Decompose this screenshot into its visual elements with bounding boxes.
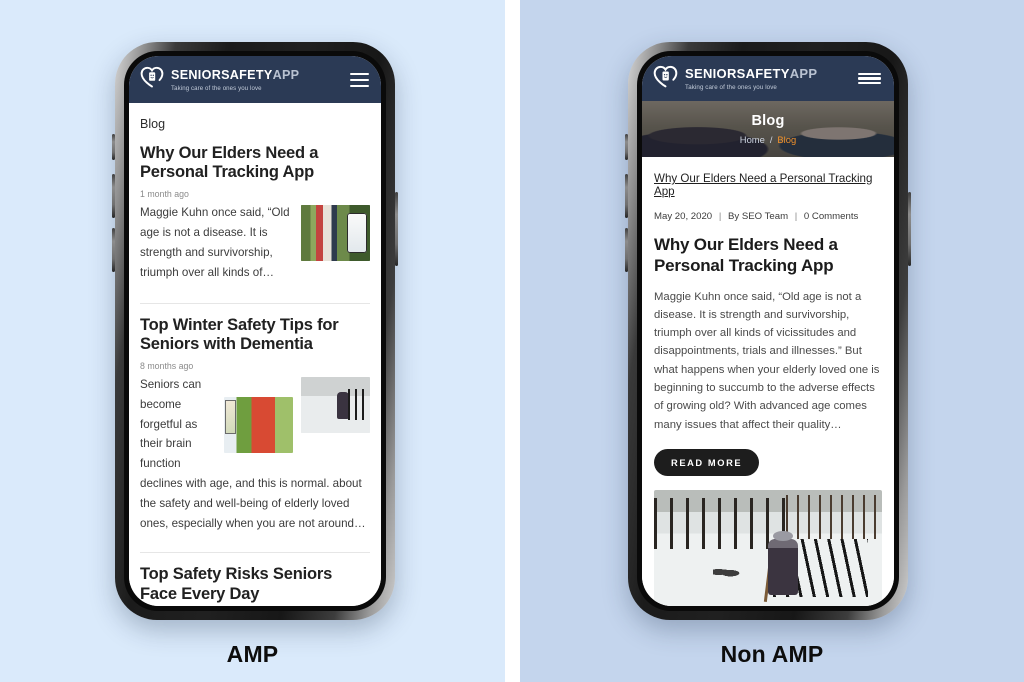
hero-overlay-scrim	[642, 101, 894, 157]
amp-article-title[interactable]: Top Safety Risks Seniors Face Every Day	[140, 565, 370, 604]
amp-article-title[interactable]: Why Our Elders Need a Personal Tracking …	[140, 144, 370, 183]
breadcrumb-current: Blog	[777, 134, 797, 145]
comparison-stage: SENIORSAFETYAPP Taking care of the ones …	[0, 0, 1024, 682]
amp-article-excerpt-block: Seniors can become forgetful as their br…	[140, 375, 370, 535]
read-more-button[interactable]: READ MORE	[654, 448, 760, 476]
amp-brand-tagline: Taking care of the ones you love	[171, 84, 262, 92]
nonamp-brand-name-suffix: APP	[789, 66, 818, 82]
post-author: By SEO Team	[727, 211, 789, 222]
amp-page-kicker: Blog	[140, 117, 166, 131]
post-comment-count: 0 Comments	[803, 211, 859, 222]
amp-brand-name-suffix: APP	[272, 68, 300, 83]
amp-article-date: 1 month ago	[140, 188, 189, 199]
amp-panel-caption: AMP	[226, 641, 279, 667]
nonamp-brand-logo[interactable]: SENIORSAFETYAPP Taking care of the ones …	[653, 65, 817, 93]
amp-panel: SENIORSAFETYAPP Taking care of the ones …	[0, 0, 505, 682]
nonamp-site-header: SENIORSAFETYAPP Taking care of the ones …	[642, 56, 894, 101]
nonamp-phone-bezel: SENIORSAFETYAPP Taking care of the ones …	[637, 51, 899, 611]
phone-mute-switch[interactable]	[112, 134, 115, 160]
nonamp-panel-caption: Non AMP	[720, 641, 824, 667]
amp-article-thumbnail[interactable]	[301, 376, 370, 433]
amp-article-excerpt: Maggie Kuhn once said, “Old age is not a…	[140, 205, 290, 279]
amp-site-header: SENIORSAFETYAPP Taking care of the ones …	[129, 56, 381, 103]
nonamp-content: Why Our Elders Need a Personal Tracking …	[642, 157, 894, 606]
heart-phone-logo-icon	[653, 65, 678, 93]
amp-phone-mockup: SENIORSAFETYAPP Taking care of the ones …	[112, 42, 398, 620]
amp-article-item[interactable]: Top Winter Safety Tips for Seniors with …	[140, 316, 370, 540]
amp-article-item[interactable]: Top Safety Risks Seniors Face Every Day	[140, 565, 370, 606]
amp-content: Blog Why Our Elders Need a Personal Trac…	[129, 103, 381, 606]
heart-phone-logo-icon	[140, 66, 164, 93]
phone-power-button[interactable]	[395, 192, 398, 266]
nonamp-hamburger-icon[interactable]	[858, 72, 881, 85]
phone-mute-switch[interactable]	[625, 134, 628, 160]
post-title[interactable]: Why Our Elders Need a Personal Tracking …	[654, 234, 882, 277]
phone-volume-down-button[interactable]	[625, 228, 628, 272]
panel-divider	[505, 0, 520, 682]
amp-brand-text: SENIORSAFETYAPP Taking care of the ones …	[171, 67, 299, 92]
hero-page-title: Blog	[751, 113, 785, 129]
nonamp-hero-banner: Blog Home / Blog	[642, 101, 894, 157]
breadcrumb-home-link[interactable]: Home	[740, 134, 765, 145]
phone-volume-up-button[interactable]	[112, 174, 115, 218]
nonamp-brand-tagline: Taking care of the ones you love	[685, 83, 777, 91]
post-meta: May 20, 2020 | By SEO Team | 0 Comments	[654, 198, 882, 234]
amp-article-date: 8 months ago	[140, 360, 194, 371]
amp-article-item[interactable]: Why Our Elders Need a Personal Tracking …	[140, 144, 370, 289]
breadcrumb: Home / Blog	[740, 134, 796, 145]
post-permalink-link[interactable]: Why Our Elders Need a Personal Tracking …	[654, 157, 882, 198]
amp-brand-name-main: SENIORSAFETY	[171, 68, 273, 83]
nonamp-panel: SENIORSAFETYAPP Taking care of the ones …	[520, 0, 1024, 682]
amp-article-thumbnail-secondary[interactable]	[224, 396, 293, 453]
amp-brand-logo[interactable]: SENIORSAFETYAPP Taking care of the ones …	[140, 66, 299, 93]
amp-article-thumbnail[interactable]	[301, 204, 370, 261]
snowy-park-illustration	[654, 489, 882, 606]
phone-power-button[interactable]	[908, 192, 911, 266]
amp-article-excerpt-block: Maggie Kuhn once said, “Old age is not a…	[140, 203, 370, 283]
breadcrumb-separator: /	[769, 134, 773, 145]
nonamp-brand-text: SENIORSAFETYAPP Taking care of the ones …	[685, 66, 817, 91]
amp-hamburger-icon[interactable]	[350, 72, 369, 87]
post-excerpt: Maggie Kuhn once said, “Old age is not a…	[654, 290, 880, 431]
amp-list-divider	[140, 302, 370, 304]
phone-volume-up-button[interactable]	[625, 174, 628, 218]
meta-separator: |	[794, 211, 798, 222]
amp-phone-bezel: SENIORSAFETYAPP Taking care of the ones …	[124, 51, 386, 611]
amp-screen: SENIORSAFETYAPP Taking care of the ones …	[129, 56, 381, 606]
nonamp-screen: SENIORSAFETYAPP Taking care of the ones …	[642, 56, 894, 606]
meta-separator: |	[718, 211, 722, 222]
nonamp-phone-mockup: SENIORSAFETYAPP Taking care of the ones …	[625, 42, 911, 620]
post-featured-image[interactable]	[654, 489, 882, 606]
amp-article-title[interactable]: Top Winter Safety Tips for Seniors with …	[140, 316, 370, 355]
amp-list-divider	[140, 552, 370, 554]
nonamp-brand-name-main: SENIORSAFETY	[685, 66, 790, 82]
phone-volume-down-button[interactable]	[112, 228, 115, 272]
post-date: May 20, 2020	[654, 211, 713, 222]
